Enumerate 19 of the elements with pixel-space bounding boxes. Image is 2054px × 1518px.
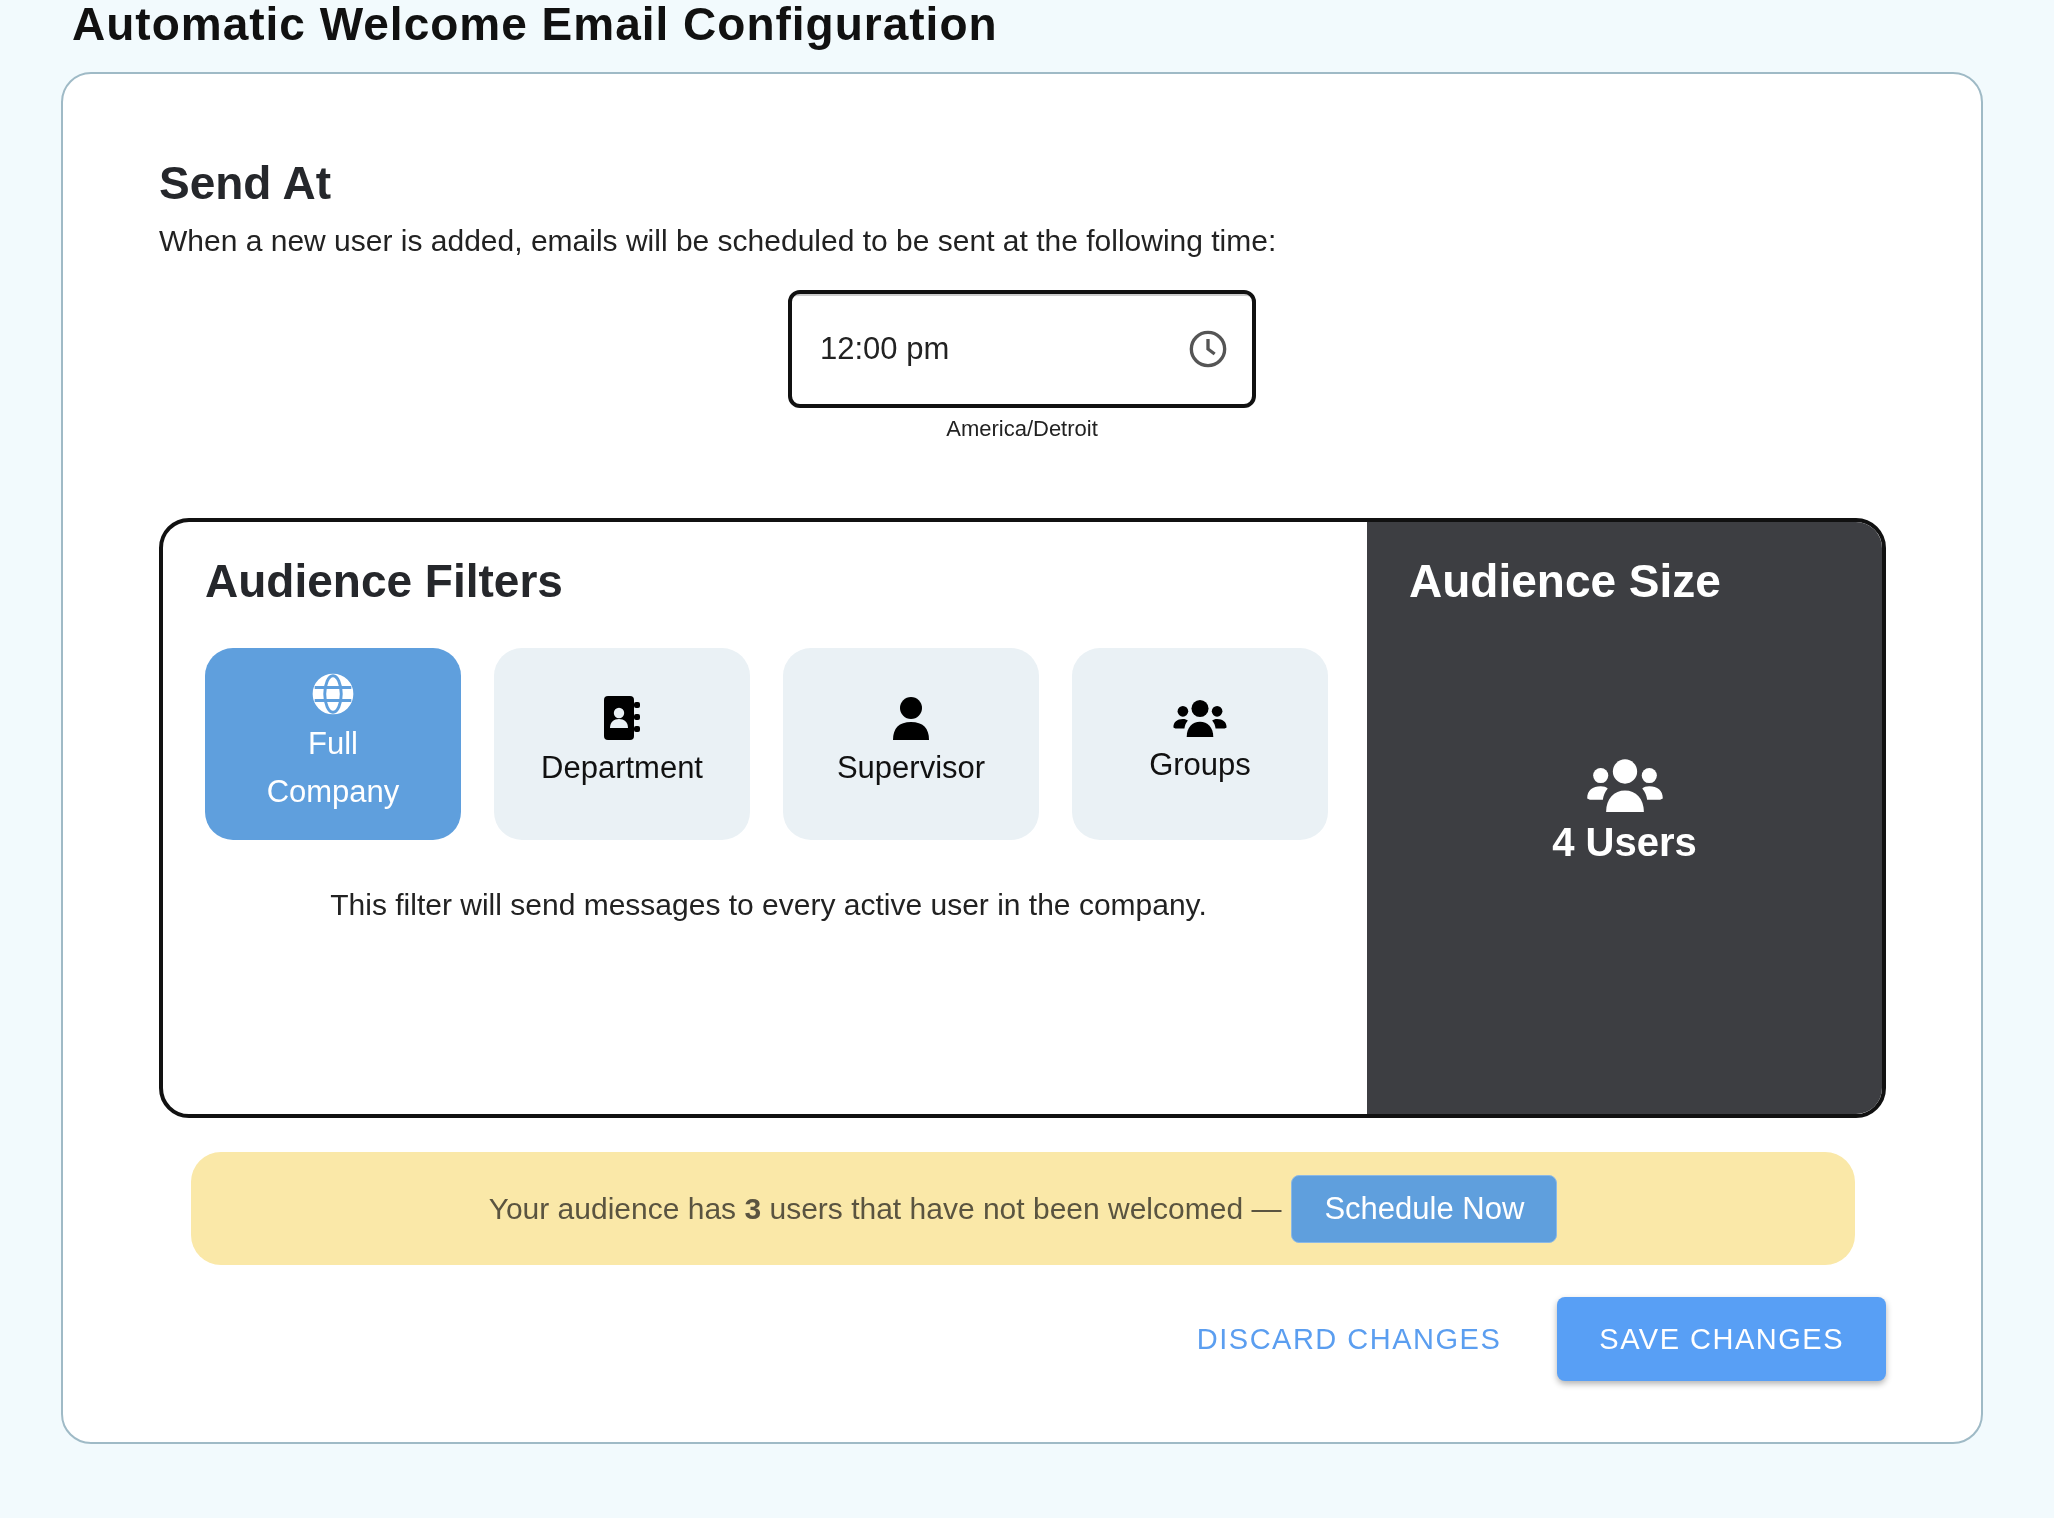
notice-text: Your audience has 3 users that have not been welcomed — (488, 1191, 1282, 1226)
section-description: When a new user is added, emails will be scheduled to be sent at the following time: (159, 224, 1278, 258)
contact-book-icon (602, 696, 642, 740)
filter-option[interactable]: Groups (1072, 648, 1328, 840)
time-field[interactable]: 12:00 pm (788, 290, 1256, 408)
section-heading: Send At (159, 156, 332, 210)
filter-description: This filter will send messages to every active user in the company. (329, 888, 1208, 922)
timezone-label: America/Detroit (946, 416, 1098, 442)
panel-heading: Audience Size (1409, 554, 1722, 608)
globe-icon (311, 672, 355, 716)
person-icon (891, 696, 931, 740)
filter-option[interactable]: Department (494, 648, 750, 840)
panel-heading: Audience Filters (205, 554, 563, 608)
people-icon (1173, 699, 1227, 737)
filter-option[interactable]: Supervisor (783, 648, 1039, 840)
user-count: 4 Users (1552, 820, 1697, 865)
users-icon (1586, 758, 1663, 812)
clock-icon (1188, 329, 1228, 369)
page-title: Automatic Welcome Email Configuration (71, 0, 998, 48)
